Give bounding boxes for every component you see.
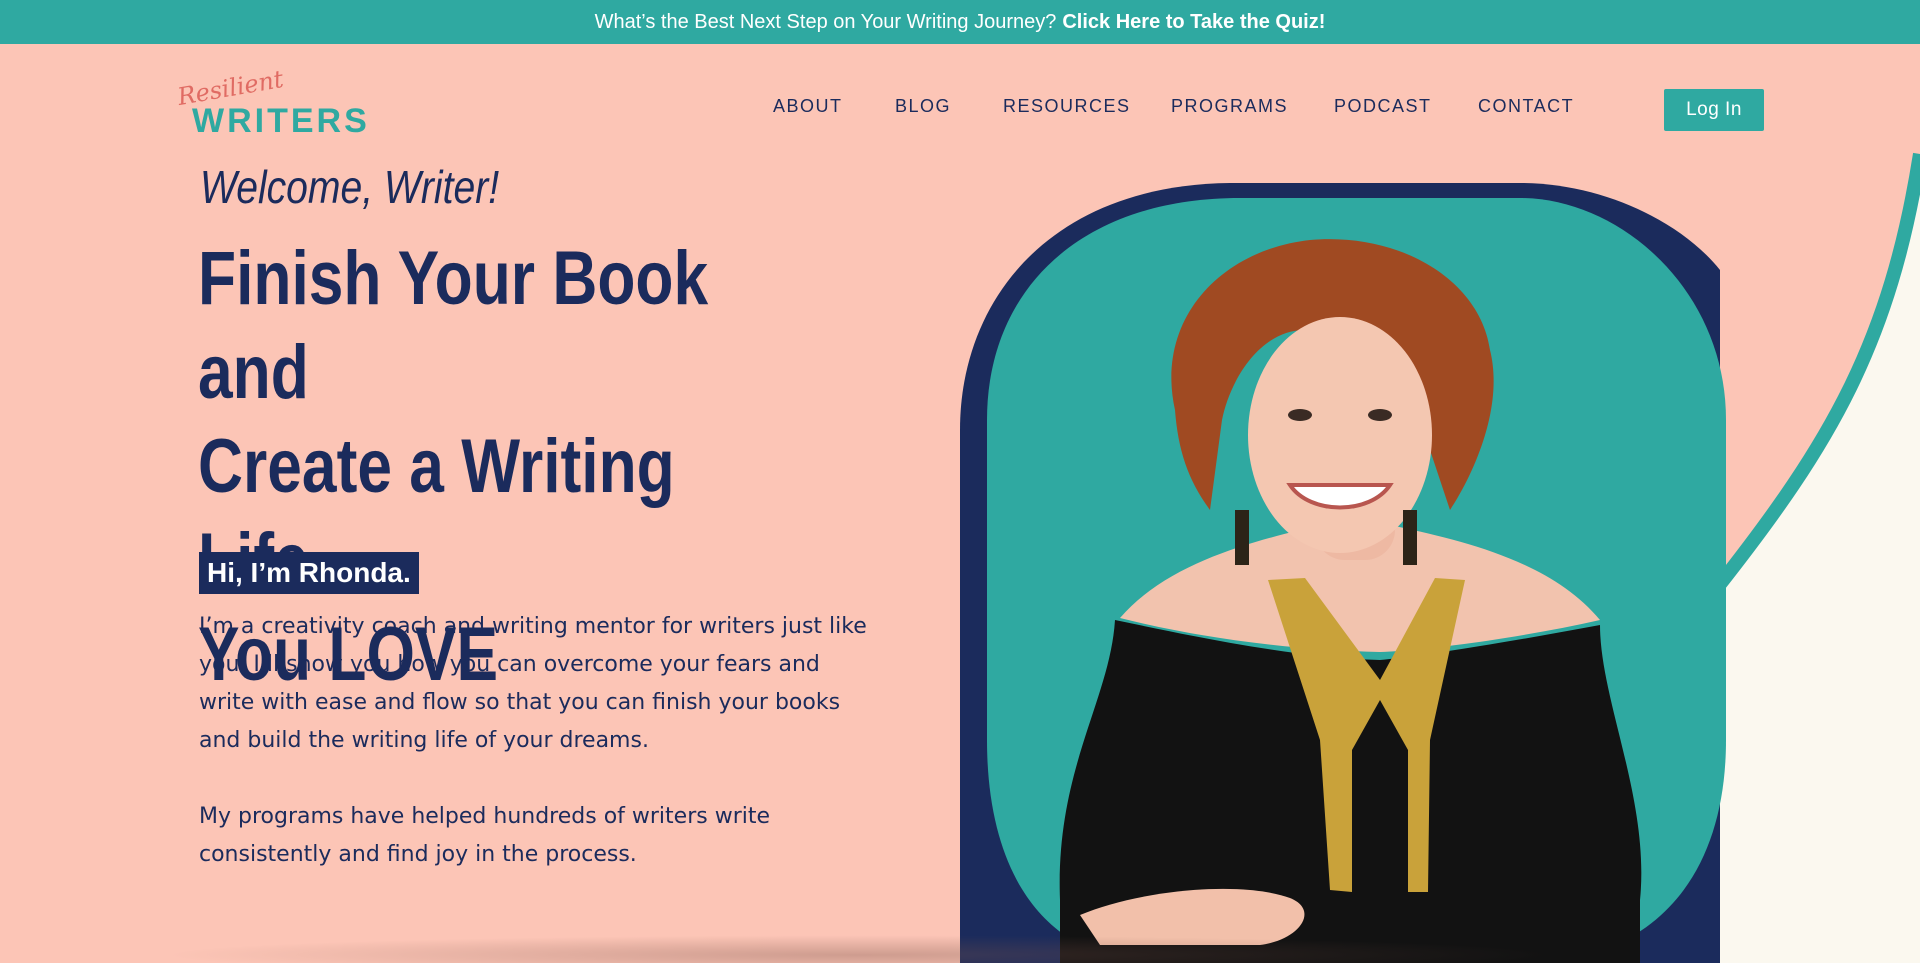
nav-item-programs[interactable]: PROGRAMS [1171, 96, 1288, 117]
photo-right-eye [1368, 409, 1392, 421]
hero-photo [960, 183, 1726, 963]
photo-left-earring [1235, 510, 1249, 565]
intro-paragraph-2: My programs have helped hundreds of writ… [199, 804, 771, 867]
nav-item-resources[interactable]: RESOURCES [1003, 96, 1131, 117]
page: What’s the Best Next Step on Your Writin… [0, 0, 1920, 963]
intro-badge: Hi, I’m Rhonda. [199, 552, 419, 594]
photo-right-earring [1403, 510, 1417, 565]
nav-item-contact[interactable]: CONTACT [1478, 96, 1574, 117]
headline-line-1: Finish Your Book and [198, 236, 709, 415]
logo-main-text: WRITERS [192, 102, 370, 140]
announcement-text: What’s the Best Next Step on Your Writin… [594, 10, 1057, 33]
intro-paragraph-1: I’m a creativity coach and writing mento… [199, 614, 867, 753]
bottom-shadow [160, 935, 1560, 963]
quiz-link[interactable]: Click Here to Take the Quiz! [1062, 11, 1325, 34]
photo-left-eye [1288, 409, 1312, 421]
login-button[interactable]: Log In [1664, 89, 1764, 131]
nav-item-about[interactable]: ABOUT [773, 96, 843, 117]
nav-item-podcast[interactable]: PODCAST [1334, 96, 1432, 117]
nav-item-blog[interactable]: BLOG [895, 96, 951, 117]
welcome-heading: Welcome, Writer! [200, 161, 500, 213]
intro-text: I’m a creativity coach and writing mento… [199, 608, 879, 874]
announcement-bar[interactable]: What’s the Best Next Step on Your Writin… [0, 0, 1920, 44]
site-logo[interactable]: Resilient WRITERS [175, 62, 415, 142]
